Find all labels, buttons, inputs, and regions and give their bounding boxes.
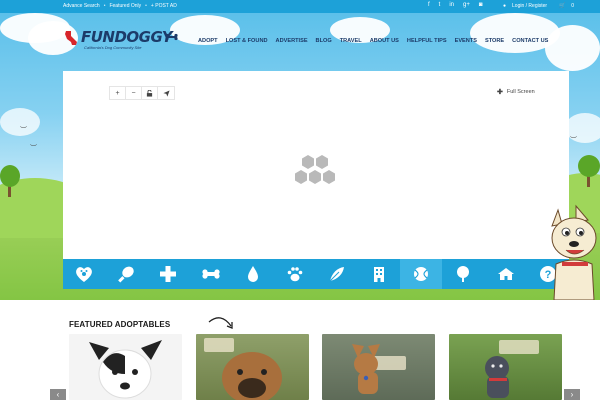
tree-icon [457,266,470,282]
category-outdoors[interactable] [442,259,484,289]
bird-icon: ︶ [570,137,577,144]
drumstick-icon [118,266,134,283]
map-controls: + − [109,86,175,100]
paw-icon [287,267,303,282]
medical-cross-icon [160,266,177,282]
zoom-in-button[interactable]: + [110,87,126,99]
pet-photo-4[interactable] [449,334,562,400]
house-icon [497,268,514,280]
lock-icon[interactable] [142,87,158,99]
nav-contact-us[interactable]: CONTACT US [508,38,552,44]
post-ad-link[interactable]: + POST AD [151,3,177,9]
featured-only-link[interactable]: Featured Only [109,3,141,9]
tree [0,165,20,187]
california-map-icon [65,31,77,45]
advance-search-link[interactable]: Advance Search [63,3,100,9]
top-bar: Advance Search • Featured Only • + POST … [0,0,600,13]
logo-tagline: California's Dog Community Site [84,45,142,50]
ball-icon [414,267,429,281]
separator: • [103,3,106,9]
dog-photo [352,344,406,394]
account-links: ● Login / Register 🛒 0 [503,3,574,9]
top-links: Advance Search • Featured Only • + POST … [63,3,177,9]
pet-photo-1[interactable] [69,334,182,400]
bird-icon: ︶ [30,145,37,152]
zoom-out-button[interactable]: − [126,87,142,99]
cart-icon[interactable]: 🛒 [559,3,565,9]
dog-photo [89,340,162,399]
fullscreen-label: Full Screen [506,89,535,95]
category-pets[interactable] [274,259,316,289]
fullscreen-button[interactable]: ✚ Full Screen [497,88,535,96]
bone-icon [201,269,220,279]
carousel-prev-button[interactable]: ‹ [50,389,66,400]
nav-advertise[interactable]: ADVERTISE [272,38,312,44]
category-grooming[interactable] [232,259,274,289]
category-parks[interactable] [400,259,443,289]
cloud [545,25,600,71]
featured-adoptables-heading: FEATURED ADOPTABLES [69,320,171,329]
facebook-icon[interactable]: f [428,2,430,8]
feather-icon [329,267,345,282]
category-hotels[interactable] [358,259,400,289]
pet-photo-2[interactable] [196,334,309,400]
category-paw-heart[interactable] [63,259,105,289]
loading-spinner-icon [295,155,335,184]
category-bar: ? [63,259,569,289]
linkedin-icon[interactable]: in [449,2,454,8]
nav-helpful-tips[interactable]: HELPFUL TIPS [403,38,451,44]
bird-icon: ︶ [20,127,27,134]
nav-store[interactable]: STORE [481,38,508,44]
pet-photo-3[interactable] [322,334,435,400]
plus-icon: ✚ [497,89,503,96]
nav-events[interactable]: EVENTS [451,38,481,44]
nav-about-us[interactable]: ABOUT US [366,38,403,44]
cart-count: 0 [571,3,575,9]
nav-adopt[interactable]: ADOPT [194,38,222,44]
dog-mascot-image [551,204,597,300]
dog-photo [204,338,282,400]
dog-photo [485,340,539,398]
separator: • [145,3,147,9]
send-icon[interactable] [158,87,174,99]
paw-heart-icon [76,267,92,282]
building-icon [374,267,385,282]
bone-logo-icon [165,33,178,41]
category-treats[interactable] [189,259,231,289]
carousel-next-button[interactable]: › [564,389,580,400]
google-plus-icon[interactable]: g+ [463,2,470,8]
nav-travel[interactable]: TRAVEL [336,38,366,44]
nav-lost-found[interactable]: LOST & FOUND [222,38,272,44]
curved-arrow-icon [208,317,233,329]
login-register-link[interactable]: Login / Register [512,3,547,9]
water-drop-icon [247,266,258,282]
twitter-icon[interactable]: t [439,2,441,8]
instagram-icon[interactable]: ◙ [479,2,483,8]
category-daycare[interactable] [485,259,527,289]
main-nav: ADOPT LOST & FOUND ADVERTISE BLOG TRAVEL… [194,38,552,44]
tree [578,155,600,177]
category-vet[interactable] [147,259,189,289]
site-logo[interactable]: FUNDOGGY California's Dog Community Site [62,28,178,54]
category-training[interactable] [316,259,358,289]
user-icon: ● [503,3,507,9]
category-food[interactable] [105,259,147,289]
nav-blog[interactable]: BLOG [312,38,336,44]
logo-wordmark: FUNDOGGY [81,28,173,46]
social-links: f t in g+ ◙ [428,2,482,8]
